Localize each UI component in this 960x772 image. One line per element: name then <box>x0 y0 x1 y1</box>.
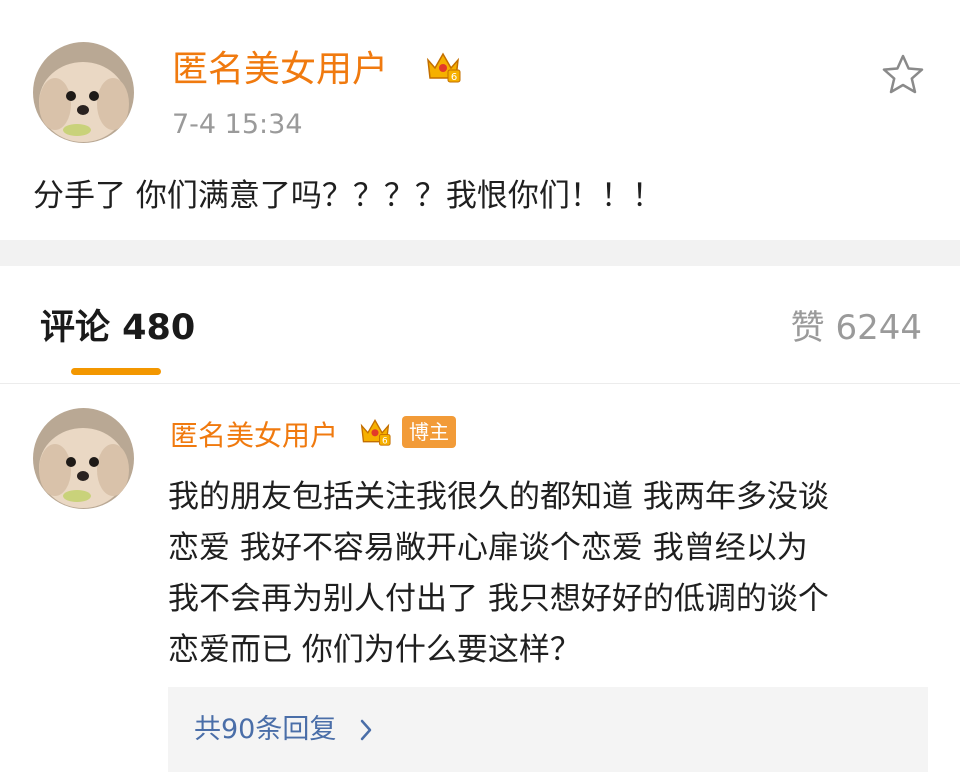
active-tab-indicator <box>71 368 161 375</box>
tab-likes[interactable]: 赞 6244 <box>791 306 922 350</box>
comment-author-avatar[interactable] <box>33 408 134 509</box>
post-timestamp: 7-4 15:34 <box>172 109 303 140</box>
comment-line: 恋爱而已 你们为什么要这样？ <box>168 632 581 668</box>
post-content: 分手了 你们满意了吗？？？？我恨你们！！！ <box>33 178 663 214</box>
replies-count: 共90条回复 <box>194 714 337 745</box>
tab-comments[interactable]: 评论 480 <box>40 306 195 350</box>
crown-icon[interactable]: 6 <box>358 415 392 447</box>
svg-text:6: 6 <box>451 72 457 83</box>
comment-item: 匿名美女用户 6 博主 我的朋友包括关注我很久的都知道 我两年多没谈 恋爱 我好… <box>0 385 960 772</box>
dog-avatar-icon <box>33 42 134 143</box>
crown-icon[interactable]: 6 <box>424 48 462 84</box>
chevron-right-icon <box>360 719 372 741</box>
comment-author-name[interactable]: 匿名美女用户 <box>170 418 338 454</box>
post-tabs: 评论 480 赞 6244 <box>0 266 960 384</box>
section-divider <box>0 240 960 266</box>
comment-content: 我的朋友包括关注我很久的都知道 我两年多没谈 恋爱 我好不容易敞开心扉谈个恋爱 … <box>168 472 936 676</box>
author-badge: 博主 <box>402 416 456 448</box>
dog-avatar-icon <box>33 408 134 509</box>
comment-line: 我不会再为别人付出了 我只想好好的低调的谈个 <box>168 581 829 617</box>
star-icon[interactable] <box>880 52 926 96</box>
post-author-name[interactable]: 匿名美女用户 <box>172 48 388 92</box>
comment-line: 恋爱 我好不容易敞开心扉谈个恋爱 我曾经以为 <box>168 530 808 566</box>
post-author-avatar[interactable] <box>33 42 134 143</box>
svg-text:6: 6 <box>382 436 388 446</box>
view-replies-button[interactable]: 共90条回复 <box>168 687 928 772</box>
comment-line: 我的朋友包括关注我很久的都知道 我两年多没谈 <box>168 479 829 515</box>
post-card: 匿名美女用户 6 7-4 15:34 分手了 你们满意了吗？？？？我恨你们！！！ <box>0 0 960 240</box>
